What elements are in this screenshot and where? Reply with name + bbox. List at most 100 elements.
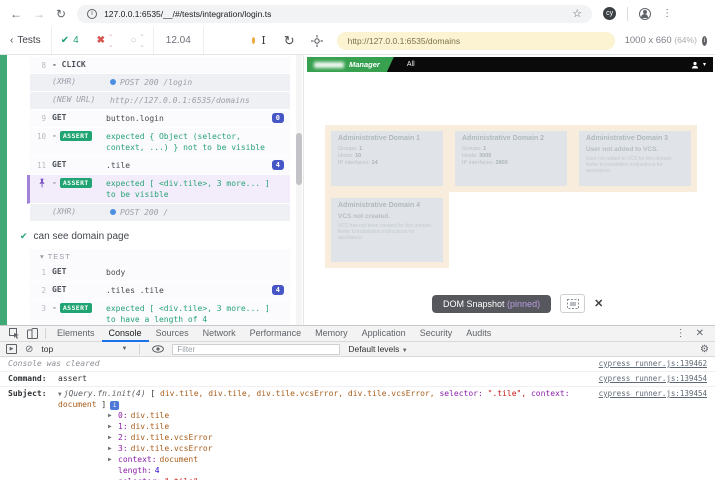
xhr-dot-icon bbox=[110, 209, 116, 215]
assert-badge: ASSERT bbox=[60, 178, 92, 188]
source-link[interactable]: cypress_runner.js:139454 bbox=[589, 389, 707, 399]
object-child: ▶1:div.tile bbox=[108, 421, 589, 432]
frame-context-select[interactable]: top ▼ bbox=[41, 344, 127, 354]
console-messages: Console was cleared cypress_runner.js:13… bbox=[0, 357, 715, 480]
test-title[interactable]: ✔ can see domain page bbox=[18, 222, 290, 249]
source-link[interactable]: cypress_runner.js:139454 bbox=[589, 374, 707, 384]
domain-tile-vcs-error[interactable]: Administrative Domain 3 User not added t… bbox=[573, 125, 697, 192]
object-child: length:4 bbox=[108, 465, 589, 476]
test-duration: 12.04 bbox=[153, 27, 204, 54]
tab-network[interactable]: Network bbox=[196, 326, 243, 342]
command-message: body bbox=[106, 267, 284, 278]
console-filter-input[interactable] bbox=[172, 344, 340, 355]
devtools-menu-icon[interactable]: ⋮ bbox=[676, 328, 686, 339]
xhr-row[interactable]: (XHR) POST 200 /login bbox=[30, 74, 290, 92]
command-number: 8 bbox=[30, 60, 52, 70]
reporter-scrollbar[interactable] bbox=[296, 55, 302, 325]
snapshot-close-button[interactable]: ✕ bbox=[594, 297, 603, 310]
tab-sources[interactable]: Sources bbox=[149, 326, 196, 342]
domain-tile-vcs-error[interactable]: Administrative Domain 4 VCS not created.… bbox=[325, 192, 449, 268]
app-nav-all[interactable]: All bbox=[407, 61, 415, 68]
aut-url-bar[interactable]: http://127.0.0.1:6535/domains bbox=[337, 32, 615, 50]
command-number: 3 bbox=[30, 303, 52, 313]
source-link[interactable]: cypress_runner.js:139462 bbox=[589, 359, 707, 369]
inspect-element-icon[interactable] bbox=[5, 328, 23, 339]
command-message: .tile bbox=[106, 160, 266, 171]
collapse-arrow-icon[interactable]: ▼ bbox=[58, 391, 62, 398]
command-name: GET bbox=[52, 160, 106, 169]
reload-icon[interactable]: ↻ bbox=[56, 8, 66, 20]
tab-performance[interactable]: Performance bbox=[243, 326, 309, 342]
assert-row[interactable]: 3 -ASSERT expected [ <div.tile>, 3 more.… bbox=[30, 300, 290, 325]
viewport-info-icon[interactable]: i bbox=[702, 36, 707, 46]
tab-elements[interactable]: Elements bbox=[50, 326, 102, 342]
command-row[interactable]: 2 GET .tiles .tile 4 bbox=[30, 282, 290, 300]
command-name: - CLICK bbox=[52, 60, 106, 69]
back-icon[interactable]: ← bbox=[10, 8, 22, 20]
assert-message: expected [ <div.tile>, 3 more... ] to ha… bbox=[106, 303, 284, 325]
domain-tile[interactable]: Administrative Domain 1 Groups: 1 Hosts:… bbox=[325, 125, 449, 192]
command-number: 10 bbox=[30, 131, 52, 141]
command-row[interactable]: 1 GET body bbox=[30, 264, 290, 282]
bookmark-star-icon[interactable]: ☆ bbox=[572, 7, 582, 20]
command-number bbox=[30, 95, 52, 96]
array-item: div.tile.vcsError, bbox=[256, 389, 343, 398]
profile-avatar[interactable] bbox=[639, 8, 651, 20]
tab-memory[interactable]: Memory bbox=[308, 326, 355, 342]
device-toolbar-icon[interactable] bbox=[23, 328, 41, 339]
object-child: selector:".tile" bbox=[108, 476, 589, 480]
selector-playground-icon[interactable] bbox=[311, 35, 323, 47]
pending-stat: ○ -- bbox=[121, 30, 152, 52]
test-passed-check-icon: ✔ bbox=[20, 231, 28, 242]
domain-tile[interactable]: Administrative Domain 2 Groups: 1 Hosts:… bbox=[449, 125, 573, 192]
prop-key: context: bbox=[531, 389, 570, 398]
circle-icon: ○ bbox=[130, 35, 136, 46]
pending-count: -- bbox=[140, 30, 143, 52]
cypress-runner-bar: ‹ Tests ✔ 4 ✖ -- ○ -- 12.04 I ↻ http://1… bbox=[0, 27, 715, 55]
info-icon[interactable]: i bbox=[110, 401, 119, 410]
page-info-icon[interactable]: i bbox=[87, 9, 97, 19]
test-body-header[interactable]: ▾ TEST bbox=[30, 249, 290, 264]
clear-console-icon[interactable]: ⊘ bbox=[25, 344, 33, 355]
pin-icon[interactable] bbox=[30, 178, 52, 190]
reporter-scrollbar-thumb[interactable] bbox=[296, 133, 302, 185]
log-levels-select[interactable]: Default levels ▼ bbox=[348, 344, 407, 354]
pinned-assert-row[interactable]: -ASSERT expected [ <div.tile>, 3 more...… bbox=[27, 175, 290, 204]
element-count-badge: 0 bbox=[272, 113, 284, 123]
expand-arrow-icon[interactable]: ▶ bbox=[108, 443, 115, 454]
extension-icon[interactable]: cy bbox=[603, 7, 616, 20]
xhr-row[interactable]: (XHR) POST 200 / bbox=[30, 204, 290, 222]
restart-tests-icon[interactable]: ↻ bbox=[284, 33, 295, 49]
snapshot-highlight-button[interactable] bbox=[560, 294, 585, 313]
tile-stat: IP interfaces: 2800 bbox=[462, 160, 560, 167]
tab-console[interactable]: Console bbox=[102, 326, 149, 342]
expand-arrow-icon[interactable]: ▶ bbox=[108, 410, 115, 421]
console-sidebar-icon[interactable]: ▶ bbox=[6, 344, 17, 354]
expand-arrow-icon[interactable]: ▶ bbox=[108, 432, 115, 443]
tab-audits[interactable]: Audits bbox=[459, 326, 498, 342]
devtools-close-icon[interactable]: ✕ bbox=[696, 328, 704, 339]
tab-security[interactable]: Security bbox=[413, 326, 460, 342]
expand-arrow-icon[interactable]: ▶ bbox=[108, 454, 115, 465]
console-settings-gear-icon[interactable]: ⚙ bbox=[700, 344, 709, 355]
address-bar[interactable]: i 127.0.0.1:6535/__/#/tests/integration/… bbox=[77, 5, 592, 23]
back-to-tests-button[interactable]: ‹ Tests bbox=[8, 27, 52, 54]
command-row[interactable]: 11 GET .tile 4 bbox=[30, 157, 290, 175]
xhr-message: POST 200 /login bbox=[110, 77, 284, 88]
tile-text: User not added to VCS for this domain. R… bbox=[586, 156, 684, 174]
browser-menu-icon[interactable]: ⋮ bbox=[662, 8, 672, 19]
app-user-menu[interactable]: ▾ bbox=[691, 61, 713, 69]
assert-row[interactable]: 10 -ASSERT expected { Object (selector, … bbox=[30, 128, 290, 157]
tile-title: Administrative Domain 4 bbox=[338, 202, 436, 209]
tab-application[interactable]: Application bbox=[355, 326, 413, 342]
expand-arrow-icon[interactable]: ▶ bbox=[108, 421, 115, 432]
new-url-row[interactable]: (NEW URL) http://127.0.0.1:6535/domains bbox=[30, 92, 290, 110]
command-row[interactable]: 8 - CLICK bbox=[30, 57, 290, 74]
new-url-text: http://127.0.0.1:6535/domains bbox=[110, 95, 284, 106]
child-value: div.tile.vcsError bbox=[131, 432, 213, 443]
live-expression-eye-icon[interactable] bbox=[152, 345, 164, 353]
chevron-down-icon: ▾ bbox=[703, 61, 706, 68]
tile-text: VCS has not been created for this domain… bbox=[338, 223, 436, 241]
command-row[interactable]: 9 GET button.login 0 bbox=[30, 110, 290, 128]
forward-icon[interactable]: → bbox=[33, 8, 45, 20]
